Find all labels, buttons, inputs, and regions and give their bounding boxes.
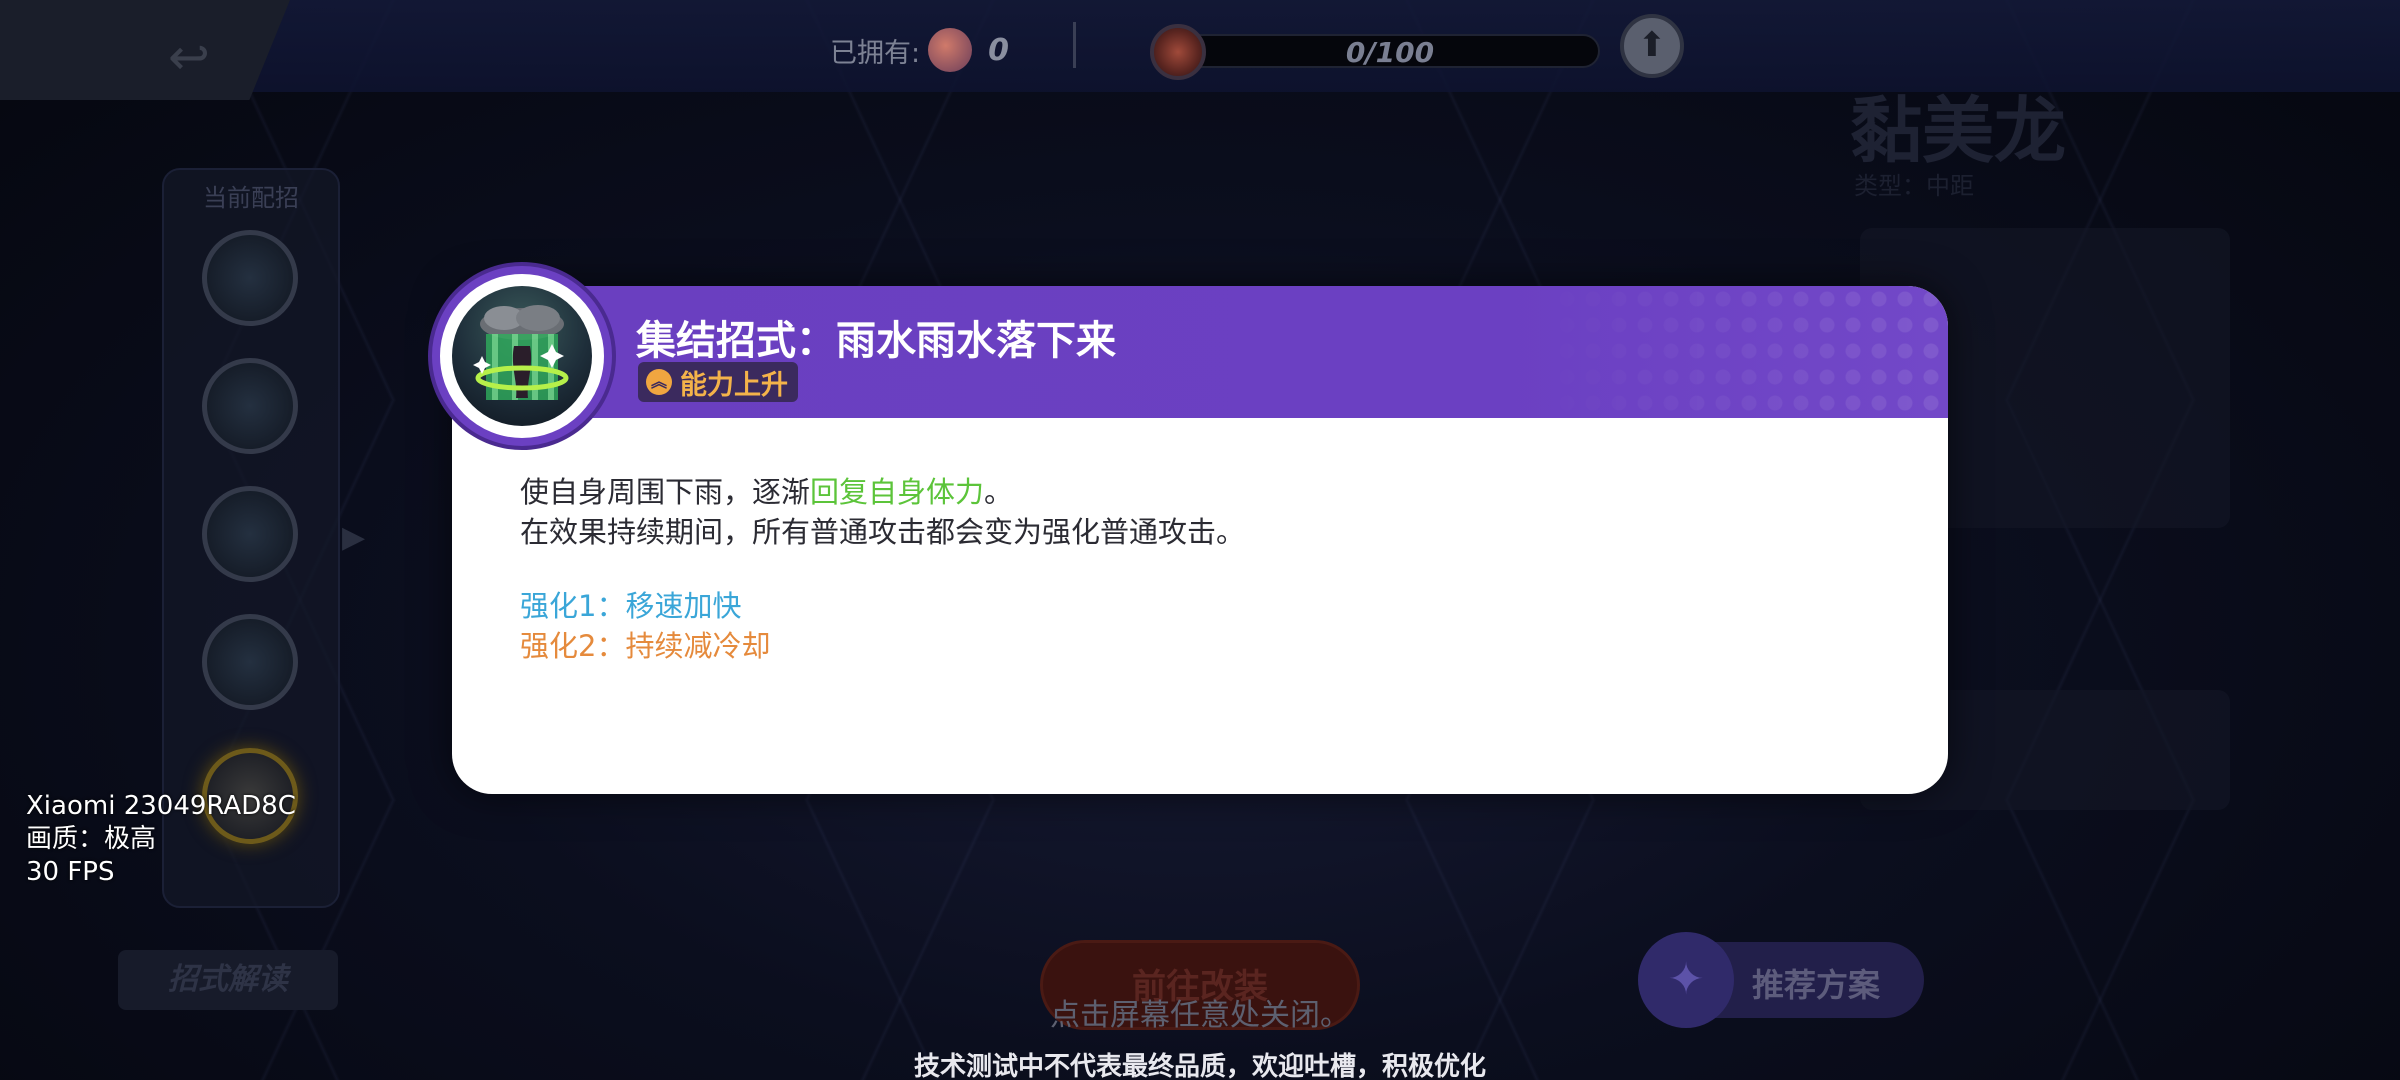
header-dot-pattern bbox=[1528, 286, 1948, 418]
desc-line1-suffix: 。 bbox=[984, 475, 1014, 509]
skill-slot-3[interactable] bbox=[202, 486, 298, 582]
skill-description: 使自身周围下雨，逐渐回复自身体力。 在效果持续期间，所有普通攻击都会变为强化普通… bbox=[520, 472, 1888, 666]
desc-line1-highlight: 回复自身体力 bbox=[810, 475, 985, 509]
close-hint: 点击屏幕任意处关闭。 bbox=[1050, 998, 1350, 1033]
rain-skill-icon bbox=[452, 286, 592, 426]
skill-slot-1[interactable] bbox=[202, 230, 298, 326]
fps-readout: 30 FPS bbox=[26, 857, 115, 887]
progress-text: 0/100 bbox=[1345, 36, 1435, 69]
skill-slot-2[interactable] bbox=[202, 358, 298, 454]
disclaimer-text: 技术测试中不代表最终品质，欢迎吐槽，积极优化 bbox=[913, 1052, 1486, 1080]
owned-count: 0 bbox=[988, 32, 1009, 68]
skill-detail-modal: 集结招式：雨水雨水落下来 ︽ 能力上升 使自身周围下雨，逐渐回复自身体力。 在效… bbox=[452, 286, 1948, 794]
device-info-overlay: Xiaomi 23049RAD8C 画质：极高 30 FPS bbox=[26, 790, 296, 889]
topbar-divider bbox=[1073, 22, 1076, 68]
device-model: Xiaomi 23049RAD8C bbox=[26, 791, 296, 821]
graphics-quality: 画质：极高 bbox=[26, 824, 157, 854]
back-button[interactable] bbox=[0, 0, 290, 100]
back-arrow-icon: ↩ bbox=[168, 28, 210, 86]
stat-up-label: 能力上升 bbox=[680, 369, 788, 401]
candy-icon bbox=[928, 28, 973, 72]
pokemon-name: 黏美龙 bbox=[1850, 89, 2067, 173]
level-badge-icon bbox=[1150, 24, 1206, 80]
description-line-2: 在效果持续期间，所有普通攻击都会变为强化普通攻击。 bbox=[520, 515, 1246, 549]
enhancement-2: 强化2：持续减冷却 bbox=[520, 629, 771, 663]
enhancement-1: 强化1：移速加快 bbox=[520, 589, 742, 623]
stat-up-tag: ︽ 能力上升 bbox=[638, 362, 798, 402]
desc-line1-prefix: 使自身周围下雨，逐渐 bbox=[520, 475, 811, 509]
expand-arrow-icon[interactable]: ▶ bbox=[342, 520, 365, 560]
owned-counter: 已拥有: 0 bbox=[830, 28, 1009, 72]
modal-header: 集结招式：雨水雨水落下来 ︽ 能力上升 bbox=[452, 286, 1948, 418]
double-chevron-up-icon: ︽ bbox=[646, 369, 672, 395]
owned-label: 已拥有: bbox=[830, 37, 921, 69]
upgrade-progress: 0/100 bbox=[1150, 24, 1600, 80]
description-line-1: 使自身周围下雨，逐渐回复自身体力。 bbox=[520, 472, 1888, 512]
skill-title: 集结招式：雨水雨水落下来 bbox=[636, 318, 1116, 364]
skills-panel-title: 当前配招 bbox=[203, 184, 299, 212]
upgrade-arrow-button[interactable]: ⬆ bbox=[1620, 14, 1684, 78]
skill-slot-4[interactable] bbox=[202, 614, 298, 710]
pokemon-subtitle: 类型：中距 bbox=[1854, 172, 1974, 200]
